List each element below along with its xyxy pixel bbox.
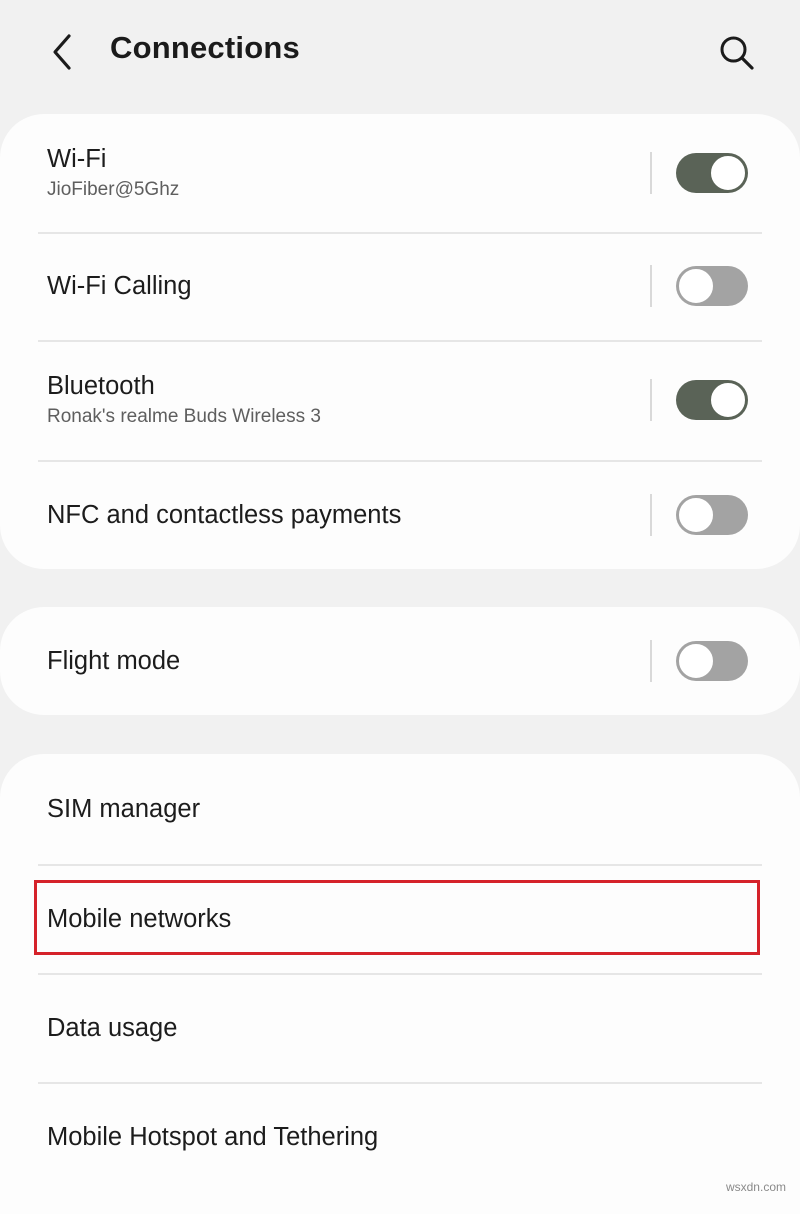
- app-header: Connections: [0, 0, 800, 108]
- back-button[interactable]: [36, 22, 88, 82]
- wifi-calling-toggle[interactable]: [676, 266, 748, 306]
- search-button[interactable]: [708, 24, 766, 82]
- wifi-calling-row[interactable]: Wi-Fi Calling: [0, 232, 800, 340]
- toggle-knob: [677, 267, 715, 305]
- toggle-knob: [677, 495, 715, 534]
- wifi-network-name: JioFiber@5Ghz: [47, 179, 180, 200]
- bluetooth-title: Bluetooth: [47, 372, 155, 400]
- sim-manager-title: SIM manager: [47, 795, 201, 823]
- network-settings-card: SIM manager Mobile networks Data usage M…: [0, 754, 800, 1214]
- mobile-hotspot-title: Mobile Hotspot and Tethering: [47, 1122, 379, 1151]
- mobile-networks-title: Mobile networks: [47, 904, 232, 933]
- bluetooth-device-name: Ronak's realme Buds Wireless 3: [47, 406, 321, 427]
- row-divider: [650, 640, 652, 682]
- nfc-title: NFC and contactless payments: [47, 500, 402, 529]
- flight-mode-row[interactable]: Flight mode: [0, 607, 800, 715]
- flight-mode-card: Flight mode: [0, 607, 800, 715]
- mobile-networks-row[interactable]: Mobile networks: [0, 864, 800, 973]
- data-usage-row[interactable]: Data usage: [0, 973, 800, 1082]
- flight-mode-title: Flight mode: [47, 647, 181, 675]
- mobile-hotspot-row[interactable]: Mobile Hotspot and Tethering: [0, 1082, 800, 1191]
- wifi-row[interactable]: Wi-Fi JioFiber@5Ghz: [0, 114, 800, 232]
- connections-card-primary: Wi-Fi JioFiber@5Ghz Wi-Fi Calling Blueto…: [0, 114, 800, 569]
- nfc-row[interactable]: NFC and contactless payments: [0, 460, 800, 569]
- wifi-toggle[interactable]: [676, 153, 748, 193]
- row-divider: [650, 152, 652, 194]
- sim-manager-row[interactable]: SIM manager: [0, 754, 800, 864]
- wifi-title: Wi-Fi: [47, 145, 107, 173]
- page-title: Connections: [110, 30, 300, 65]
- row-divider: [650, 379, 652, 421]
- watermark: wsxdn.com: [725, 1180, 786, 1194]
- row-divider: [650, 493, 652, 536]
- data-usage-title: Data usage: [47, 1013, 178, 1042]
- toggle-knob: [677, 642, 715, 680]
- row-divider: [650, 265, 652, 307]
- toggle-knob: [709, 381, 747, 419]
- toggle-knob: [709, 154, 747, 192]
- chevron-left-icon: [53, 34, 71, 70]
- flight-mode-toggle[interactable]: [676, 641, 748, 681]
- search-icon: [720, 36, 754, 70]
- wifi-calling-title: Wi-Fi Calling: [47, 272, 192, 300]
- bluetooth-row[interactable]: Bluetooth Ronak's realme Buds Wireless 3: [0, 340, 800, 460]
- nfc-toggle[interactable]: [676, 494, 748, 535]
- bluetooth-toggle[interactable]: [676, 380, 748, 420]
